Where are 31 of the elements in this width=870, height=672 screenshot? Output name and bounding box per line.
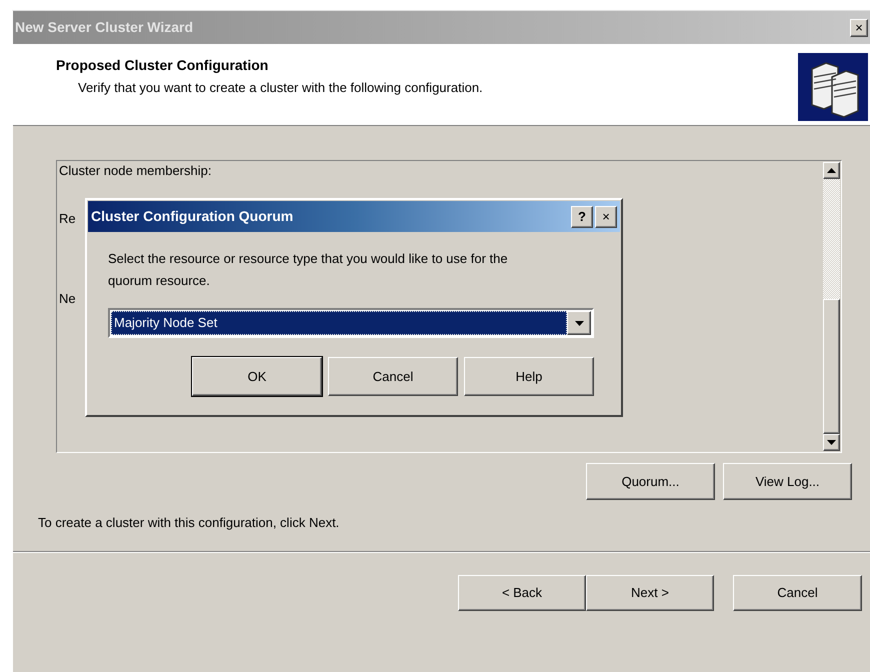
scroll-down-button[interactable] bbox=[823, 434, 840, 451]
list-line: Re bbox=[59, 210, 76, 228]
scroll-up-button[interactable] bbox=[823, 162, 840, 179]
list-line: Ne bbox=[59, 290, 76, 308]
close-button[interactable]: × bbox=[850, 18, 868, 36]
cancel-button[interactable]: Cancel bbox=[733, 574, 862, 610]
dialog-prompt: Select the resource or resource type that you would like to use for the quorum resource. bbox=[108, 250, 509, 290]
server-icon bbox=[798, 53, 868, 121]
dialog-button[interactable]: View Log... bbox=[723, 463, 852, 500]
dialog-button[interactable]: OK bbox=[192, 357, 322, 396]
window-title: New Server Cluster Wizard bbox=[15, 18, 194, 37]
dialog-title: Cluster Configuration Quorum bbox=[91, 207, 294, 226]
back-button[interactable]: < Back bbox=[458, 574, 586, 610]
dialog-button[interactable]: Quorum... bbox=[586, 463, 715, 500]
instruction-text: To create a cluster with this configuration, click Next. bbox=[38, 514, 340, 532]
next-button[interactable]: Next > bbox=[586, 574, 714, 610]
scrollbar[interactable] bbox=[822, 161, 841, 452]
dialog-button[interactable]: Help bbox=[464, 357, 594, 396]
caret-icon bbox=[574, 320, 584, 326]
page-subtitle: Verify that you want to create a cluster with the following configuration. bbox=[77, 79, 483, 97]
down-arrow-icon bbox=[827, 440, 836, 445]
resource-dropdown[interactable]: Majority Node Set bbox=[108, 308, 594, 338]
dropdown-value: Majority Node Set bbox=[111, 311, 567, 335]
list-line: Cluster node membership: bbox=[59, 162, 212, 180]
up-arrow-icon bbox=[827, 168, 836, 173]
page-title: Proposed Cluster Configuration bbox=[56, 56, 270, 75]
close-button[interactable]: × bbox=[595, 206, 617, 228]
help-button[interactable]: ? bbox=[571, 206, 593, 228]
scroll-thumb[interactable] bbox=[823, 299, 840, 434]
dialog-button[interactable]: Cancel bbox=[328, 357, 458, 396]
dropdown-button[interactable] bbox=[567, 311, 591, 335]
